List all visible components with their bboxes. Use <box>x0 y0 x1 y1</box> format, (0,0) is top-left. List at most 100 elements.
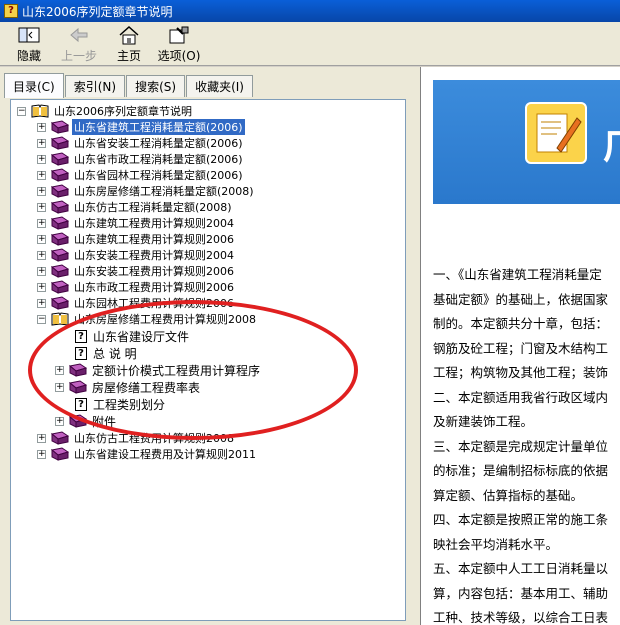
tree-label: 山东安装工程费用计算规则2006 <box>74 265 234 278</box>
options-button[interactable]: 选项(O) <box>154 22 204 65</box>
back-label: 上一步 <box>60 49 97 63</box>
home-label: 主页 <box>116 49 141 63</box>
tree-root[interactable]: − 山东2006序列定额章节说明 <box>17 103 194 119</box>
expand-icon[interactable]: + <box>37 282 46 292</box>
tab-contents[interactable]: 目录(C) <box>4 73 64 98</box>
tree-item[interactable]: + 附件 <box>55 413 118 429</box>
tree-item[interactable]: + 山东省建设工程费用及计算规则2011 <box>37 446 258 462</box>
expand-icon[interactable]: + <box>37 138 46 148</box>
tree-item[interactable]: + 定额计价模式工程费用计算程序 <box>55 362 262 378</box>
tree-label: 山东省建设工程费用及计算规则2011 <box>74 448 256 461</box>
hide-button[interactable]: 隐藏 <box>4 22 54 65</box>
book-icon <box>51 152 69 166</box>
tree-label: 山东省建设厅文件 <box>93 329 190 344</box>
window-titlebar: ? 山东2006序列定额章节说明 <box>0 0 620 22</box>
book-icon <box>51 120 69 134</box>
expand-icon[interactable]: + <box>55 365 64 375</box>
expand-icon[interactable]: + <box>37 250 46 260</box>
tree-page[interactable]: ? 工程类别划分 <box>75 396 167 412</box>
tab-search[interactable]: 搜索(S) <box>126 75 186 97</box>
expand-icon[interactable]: + <box>37 298 46 308</box>
tree-label: 附件 <box>92 414 117 429</box>
content-pane: 广 一、《山东省建筑工程消耗量定 基础定额》的基础上，依据国家 制的。本定额共分… <box>420 67 620 625</box>
document-line: 工种、技术等级，以综合工日表 <box>433 610 609 625</box>
tree-label: 山东房屋修缮工程费用计算规则2008 <box>74 313 256 326</box>
document-line: 制的。本定额共分十章，包括： <box>433 316 609 331</box>
nav-tabs: 目录(C) 索引(N) 搜索(S) 收藏夹(I) <box>4 73 254 98</box>
tree-label: 山东仿古工程费用计算规则2008 <box>74 432 234 445</box>
tree-label: 山东2006序列定额章节说明 <box>54 105 192 118</box>
tree-item[interactable]: + 山东安装工程费用计算规则2004 <box>37 247 236 263</box>
tree-item[interactable]: + 山东仿古工程消耗量定额(2008) <box>37 199 234 215</box>
expand-icon[interactable]: + <box>37 122 46 132</box>
home-icon <box>118 25 140 45</box>
expand-icon[interactable]: + <box>37 433 46 443</box>
document-line: 一、《山东省建筑工程消耗量定 <box>433 267 602 282</box>
tree-page[interactable]: ? 山东省建设厅文件 <box>75 328 191 344</box>
tree-item[interactable]: + 山东市政工程费用计算规则2006 <box>37 279 236 295</box>
expand-icon[interactable]: + <box>37 218 46 228</box>
tree-item[interactable]: + 山东省园林工程消耗量定额(2006) <box>37 167 245 183</box>
tree-item[interactable]: + 山东安装工程费用计算规则2006 <box>37 263 236 279</box>
expand-icon[interactable]: + <box>37 202 46 212</box>
edit-document-icon <box>525 102 587 164</box>
navigation-pane: 目录(C) 索引(N) 搜索(S) 收藏夹(I) − 山东2006序列定额章节说… <box>0 67 413 625</box>
tree-item[interactable]: + 山东房屋修缮工程消耗量定额(2008) <box>37 183 256 199</box>
help-page-icon: ? <box>75 346 87 360</box>
window-title: 山东2006序列定额章节说明 <box>22 4 173 19</box>
collapse-icon[interactable]: − <box>37 314 46 324</box>
book-icon <box>51 136 69 150</box>
expand-icon[interactable]: + <box>55 382 64 392</box>
tree-label: 山东仿古工程消耗量定额(2008) <box>74 201 232 214</box>
banner-heading: 广 <box>603 114 620 169</box>
tab-favorites[interactable]: 收藏夹(I) <box>186 75 253 97</box>
tree-item[interactable]: + 山东建筑工程费用计算规则2006 <box>37 231 236 247</box>
expand-icon[interactable]: + <box>37 170 46 180</box>
hide-label: 隐藏 <box>16 49 41 63</box>
tree-item[interactable]: + 山东省市政工程消耗量定额(2006) <box>37 151 245 167</box>
pane-splitter[interactable] <box>413 67 420 625</box>
help-page-icon: ? <box>75 397 87 411</box>
tree-label: 山东建筑工程费用计算规则2004 <box>74 217 234 230</box>
tree-item[interactable]: + 山东园林工程费用计算规则2006 <box>37 295 236 311</box>
tree-item[interactable]: + 山东省安装工程消耗量定额(2006) <box>37 135 245 151</box>
expand-icon[interactable]: + <box>37 154 46 164</box>
book-icon <box>51 431 69 445</box>
tree-item[interactable]: + 山东仿古工程费用计算规则2008 <box>37 430 236 446</box>
tree-item[interactable]: + 房屋修缮工程费率表 <box>55 379 202 395</box>
document-line: 算，内容包括：基本用工、辅助 <box>433 585 609 601</box>
home-button[interactable]: 主页 <box>104 22 154 65</box>
collapse-icon[interactable]: − <box>17 106 26 116</box>
help-page-icon: ? <box>75 329 87 343</box>
tree-item-expanded[interactable]: − 山东房屋修缮工程费用计算规则2008 <box>37 311 258 327</box>
contents-tree[interactable]: − 山东2006序列定额章节说明 + 山东省建筑工程消耗量定额(2006) + … <box>10 99 406 621</box>
tree-label: 山东省市政工程消耗量定额(2006) <box>74 153 243 166</box>
tree-item[interactable]: + 山东省建筑工程消耗量定额(2006) <box>37 119 245 135</box>
document-line: 基础定额》的基础上，依据国家 <box>433 291 609 307</box>
document-line: 工程；构筑物及其他工程；装饰 <box>433 365 609 380</box>
document-line: 算定额、估算指标的基础。 <box>433 487 584 503</box>
tab-index[interactable]: 索引(N) <box>64 75 126 97</box>
expand-icon[interactable]: + <box>37 234 46 244</box>
expand-icon[interactable]: + <box>37 186 46 196</box>
expand-icon[interactable]: + <box>37 449 46 459</box>
tree-label: 定额计价模式工程费用计算程序 <box>92 363 261 378</box>
document-line: 四、本定额是按照正常的施工条 <box>433 512 609 527</box>
tree-label: 山东安装工程费用计算规则2004 <box>74 249 234 262</box>
help-app-icon: ? <box>4 4 18 18</box>
document-line: 钢筋及砼工程；门窗及木结构工 <box>433 340 609 356</box>
expand-icon[interactable]: + <box>55 416 64 426</box>
tree-item[interactable]: + 山东建筑工程费用计算规则2004 <box>37 215 236 231</box>
book-icon <box>51 216 69 230</box>
book-icon <box>69 414 87 428</box>
document-line: 三、本定额是完成规定计量单位 <box>433 438 609 454</box>
book-icon <box>51 168 69 182</box>
content-banner: 广 <box>433 80 620 204</box>
options-icon <box>168 25 190 45</box>
expand-icon[interactable]: + <box>37 266 46 276</box>
back-button[interactable]: 上一步 <box>54 22 104 65</box>
book-icon <box>51 296 69 310</box>
options-label: 选项(O) <box>157 49 201 63</box>
tree-page[interactable]: ? 总 说 明 <box>75 345 139 361</box>
open-book-icon <box>31 104 49 118</box>
